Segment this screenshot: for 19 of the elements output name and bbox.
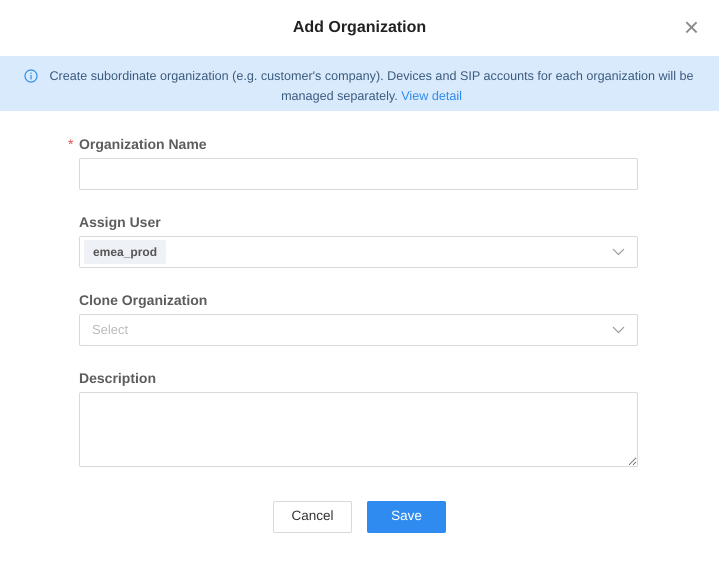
chevron-down-icon — [612, 326, 625, 334]
save-button[interactable]: Save — [367, 500, 446, 532]
field-label: Clone Organization — [79, 292, 208, 308]
close-button[interactable]: × — [684, 15, 699, 39]
text-input[interactable] — [79, 158, 638, 190]
field-label: Assign User — [79, 214, 161, 230]
cancel-button[interactable]: Cancel — [273, 500, 352, 532]
info-message: Create subordinate organization (e.g. customer's company). Devices and SIP accounts for each organization will be managed separately. View detail — [48, 68, 695, 105]
required-asterisk: * — [68, 136, 74, 153]
user-tag[interactable]: emea_prod — [84, 240, 166, 264]
view-detail-link[interactable]: View detail — [401, 89, 462, 103]
description-field[interactable] — [79, 392, 638, 467]
chevron-down-icon — [612, 248, 625, 256]
field-label: Description — [79, 370, 156, 386]
dialog-title: Add Organization — [292, 18, 426, 38]
info-icon — [24, 69, 38, 83]
user-select[interactable]: emea_prod — [79, 236, 638, 268]
organization-select[interactable]: Select — [79, 314, 638, 346]
field-label: Organization Name — [79, 136, 207, 152]
